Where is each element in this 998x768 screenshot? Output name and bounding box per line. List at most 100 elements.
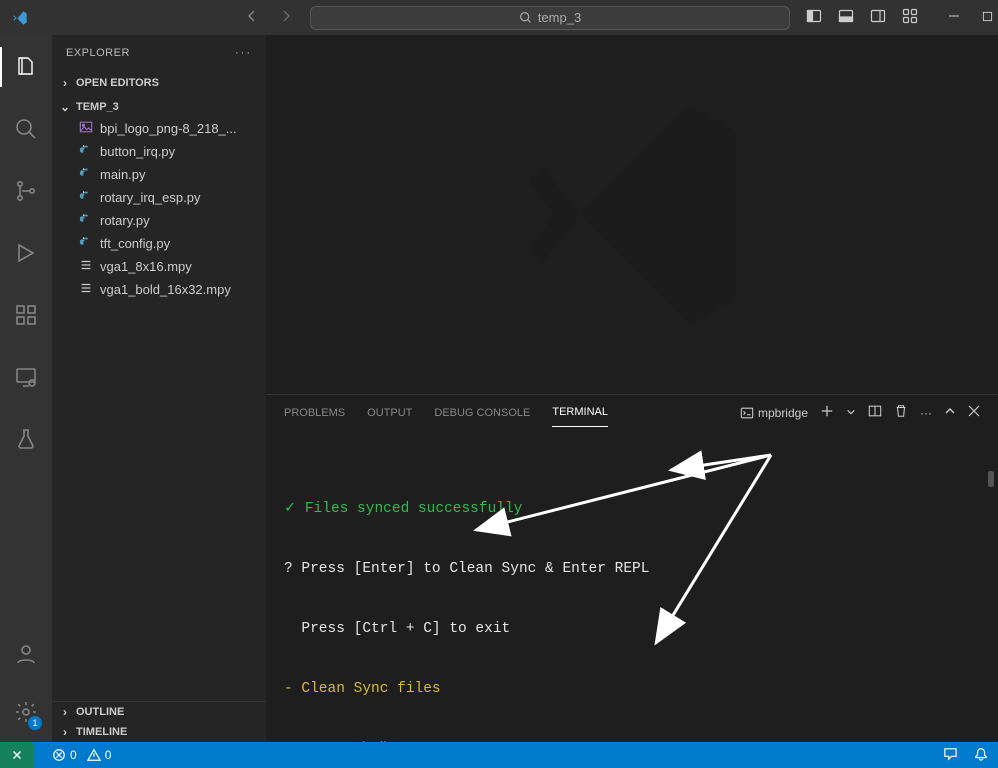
beaker-icon [14,427,38,451]
bin-file-icon [78,258,94,275]
vscode-logo-icon [12,10,28,26]
activity-settings[interactable]: 1 [0,692,52,732]
search-icon [519,11,532,24]
activity-search[interactable] [0,109,52,149]
file-item[interactable]: bpi_logo_png-8_218_... [52,117,266,140]
search-text: temp_3 [538,10,581,25]
panel-close-icon[interactable] [968,405,980,420]
outline-label: OUTLINE [76,706,124,718]
editor-empty-state [266,35,998,394]
layout-primary-sidebar-icon[interactable] [806,8,822,27]
file-name: main.py [100,167,146,182]
layout-customize-icon[interactable] [902,8,918,27]
activity-testing[interactable] [0,419,52,459]
editor-area: PROBLEMS OUTPUT DEBUG CONSOLE TERMINAL m… [266,35,998,742]
main-area: 1 EXPLORER ··· › OPEN EDITORS ⌄ TEMP_3 b… [0,35,998,742]
file-item[interactable]: vga1_8x16.mpy [52,255,266,278]
py-file-icon [78,235,94,252]
chevron-right-icon: › [58,76,72,90]
file-name: tft_config.py [100,236,170,251]
window-maximize-icon[interactable] [982,10,993,25]
open-editors-label: OPEN EDITORS [76,77,159,89]
vscode-watermark-icon [502,85,762,345]
terminal-icon [740,406,754,420]
activity-source-control[interactable] [0,171,52,211]
status-problems[interactable]: 0 0 [52,748,111,762]
error-count: 0 [70,748,77,762]
titlebar: temp_3 [0,0,998,35]
layout-panel-icon[interactable] [838,8,854,27]
file-item[interactable]: vga1_bold_16x32.mpy [52,278,266,301]
remote-explorer-icon [14,365,38,389]
terminal-content[interactable]: ✓ Files synced successfully ? Press [Ent… [266,431,998,742]
terminal-dropdown-icon[interactable] [846,406,856,420]
activity-explorer[interactable] [0,47,52,87]
sidebar-more-icon[interactable]: ··· [235,47,252,59]
img-file-icon [78,120,94,137]
split-terminal-icon[interactable] [868,404,882,421]
error-icon [52,748,66,762]
panel-more-icon[interactable]: ··· [920,406,932,420]
statusbar: 0 0 [0,742,998,768]
settings-badge: 1 [28,716,42,730]
file-item[interactable]: rotary.py [52,209,266,232]
open-editors-section[interactable]: › OPEN EDITORS [52,73,266,93]
file-name: rotary.py [100,213,150,228]
command-center-search[interactable]: temp_3 [310,6,790,30]
status-feedback-icon[interactable] [943,746,958,764]
bin-file-icon [78,281,94,298]
folder-label: TEMP_3 [76,101,119,113]
activity-run-debug[interactable] [0,233,52,273]
tab-debug-console[interactable]: DEBUG CONSOLE [434,399,530,427]
file-name: vga1_bold_16x32.mpy [100,282,231,297]
timeline-label: TIMELINE [76,726,127,738]
debug-icon [14,241,38,265]
py-file-icon [78,212,94,229]
sidebar-title: EXPLORER ··· [52,35,266,71]
extensions-icon [14,303,38,327]
tab-terminal[interactable]: TERMINAL [552,398,608,427]
files-icon [14,55,38,79]
terminal-profile[interactable]: mpbridge [740,406,808,420]
term-line: ✕ Removed /boot.py [284,739,980,742]
activity-accounts[interactable] [0,634,52,674]
file-item[interactable]: rotary_irq_esp.py [52,186,266,209]
nav-back-icon[interactable] [244,8,260,27]
window-minimize-icon[interactable] [948,10,960,25]
account-icon [14,642,38,666]
terminal-scrollbar[interactable] [988,471,994,487]
timeline-section[interactable]: › TIMELINE [52,722,266,742]
status-bell-icon[interactable] [974,747,988,764]
term-line: ? Press [Enter] to Clean Sync & Enter RE… [284,559,980,579]
outline-section[interactable]: › OUTLINE [52,702,266,722]
py-file-icon [78,166,94,183]
warning-icon [87,748,101,762]
nav-forward-icon[interactable] [278,8,294,27]
new-terminal-icon[interactable] [820,404,834,421]
file-item[interactable]: main.py [52,163,266,186]
term-line: - Clean Sync files [284,679,980,699]
file-name: bpi_logo_png-8_218_... [100,121,237,136]
activitybar: 1 [0,35,52,742]
file-name: rotary_irq_esp.py [100,190,200,205]
folder-section[interactable]: ⌄ TEMP_3 [52,97,266,117]
activity-extensions[interactable] [0,295,52,335]
remote-icon [10,748,24,762]
sidebar-explorer: EXPLORER ··· › OPEN EDITORS ⌄ TEMP_3 bpi… [52,35,266,742]
term-line: Press [Ctrl + C] to exit [284,619,980,639]
layout-secondary-sidebar-icon[interactable] [870,8,886,27]
terminal-name: mpbridge [758,406,808,420]
tab-problems[interactable]: PROBLEMS [284,399,345,427]
file-name: vga1_8x16.mpy [100,259,192,274]
activity-remote[interactable] [0,357,52,397]
panel-tabs: PROBLEMS OUTPUT DEBUG CONSOLE TERMINAL m… [266,395,998,431]
tab-output[interactable]: OUTPUT [367,399,412,427]
remote-indicator[interactable] [0,742,34,768]
file-name: button_irq.py [100,144,175,159]
file-list: bpi_logo_png-8_218_... button_irq.py main.… [52,117,266,301]
term-line: ✓ Files synced successfully [284,499,980,519]
file-item[interactable]: tft_config.py [52,232,266,255]
panel-maximize-icon[interactable] [944,405,956,420]
file-item[interactable]: button_irq.py [52,140,266,163]
kill-terminal-icon[interactable] [894,404,908,421]
